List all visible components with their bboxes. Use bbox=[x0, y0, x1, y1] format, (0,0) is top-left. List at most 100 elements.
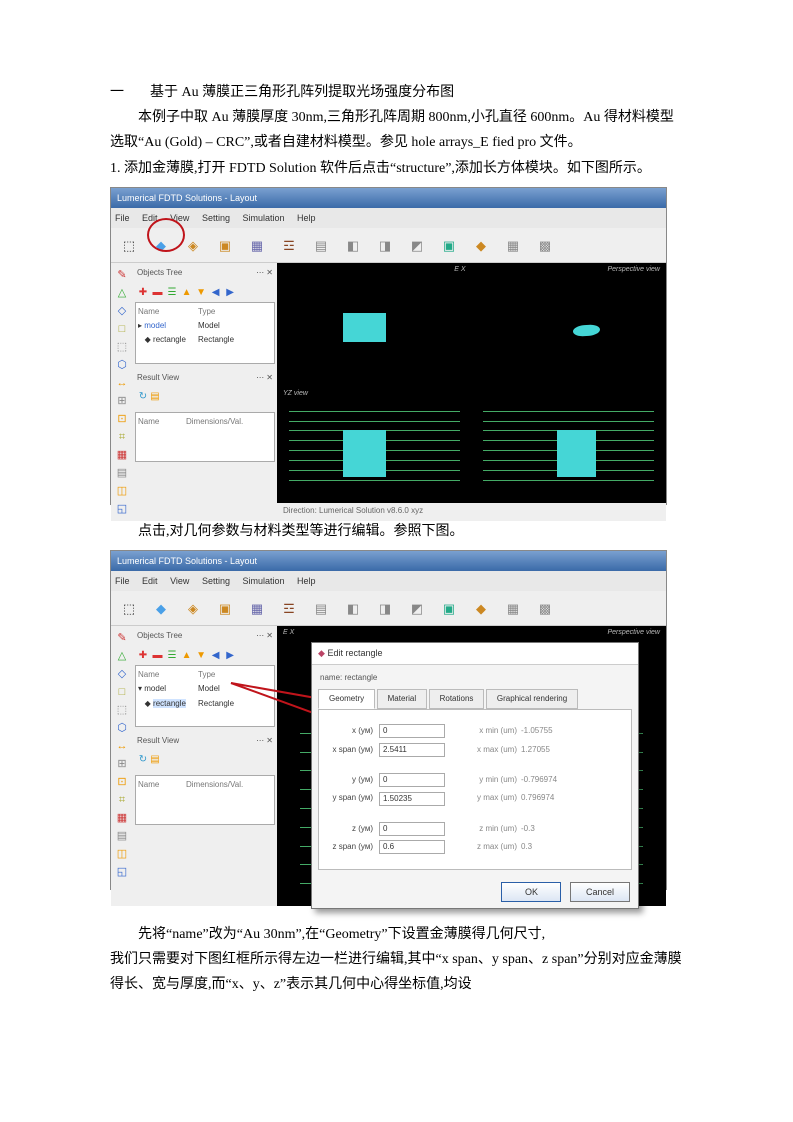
toolbar-button[interactable]: ▣ bbox=[210, 231, 240, 259]
up-icon[interactable]: ▲ bbox=[181, 284, 193, 296]
tree-item-model[interactable]: model bbox=[144, 684, 166, 693]
menu-file[interactable]: File bbox=[115, 576, 130, 586]
left-icon[interactable]: ◀ bbox=[210, 284, 222, 296]
rail-tool-icon[interactable]: ▦ bbox=[114, 448, 130, 464]
result-close-icon[interactable]: ⋯ ✕ bbox=[256, 371, 273, 385]
geometry-input[interactable]: 2.5411 bbox=[379, 743, 445, 757]
rail-tool-icon[interactable]: ⌗ bbox=[114, 793, 130, 809]
toolbar-button[interactable]: ◆ bbox=[146, 594, 176, 622]
rail-tool-icon[interactable]: ⊡ bbox=[114, 412, 130, 428]
rail-tool-icon[interactable]: □ bbox=[114, 685, 130, 701]
rail-tool-icon[interactable]: ⬡ bbox=[114, 721, 130, 737]
rail-tool-icon[interactable]: □ bbox=[114, 322, 130, 338]
chart-icon[interactable]: ▤ bbox=[149, 751, 161, 763]
toolbar-button[interactable]: ◨ bbox=[370, 231, 400, 259]
menu-edit[interactable]: Edit bbox=[142, 576, 158, 586]
tab-geometry[interactable]: Geometry bbox=[318, 689, 375, 709]
result-view[interactable]: NameDimensions/Val. bbox=[135, 412, 275, 462]
tree-item-rectangle[interactable]: rectangle bbox=[153, 335, 186, 344]
right-icon[interactable]: ▶ bbox=[224, 647, 236, 659]
refresh-icon[interactable]: ↻ bbox=[137, 751, 149, 763]
rail-tool-icon[interactable]: ◇ bbox=[114, 667, 130, 683]
rail-tool-icon[interactable]: ⊞ bbox=[114, 394, 130, 410]
toolbar-button[interactable]: ▣ bbox=[434, 594, 464, 622]
menu-simulation[interactable]: Simulation bbox=[242, 576, 284, 586]
toolbar-button[interactable]: ◩ bbox=[402, 231, 432, 259]
toolbar-button[interactable]: ▦ bbox=[242, 594, 272, 622]
geometry-input[interactable]: 0 bbox=[379, 724, 445, 738]
viewport-xy[interactable]: E X bbox=[277, 263, 473, 388]
tab-rendering[interactable]: Graphical rendering bbox=[486, 689, 578, 709]
menu-help[interactable]: Help bbox=[297, 576, 316, 586]
toolbar-button[interactable]: ▤ bbox=[306, 231, 336, 259]
toolbar-button[interactable]: ◩ bbox=[402, 594, 432, 622]
rail-tool-icon[interactable]: ✎ bbox=[114, 268, 130, 284]
toolbar-button[interactable]: ◈ bbox=[178, 594, 208, 622]
tab-rotations[interactable]: Rotations bbox=[429, 689, 485, 709]
tree-item-rectangle[interactable]: rectangle bbox=[153, 699, 186, 708]
objects-tree[interactable]: NameType ▾ modelModel ◆ rectangleRectang… bbox=[135, 665, 275, 727]
rail-tool-icon[interactable]: ◫ bbox=[114, 847, 130, 863]
rail-tool-icon[interactable]: ⌗ bbox=[114, 430, 130, 446]
toolbar-button[interactable]: ◆ bbox=[466, 231, 496, 259]
viewport-area[interactable]: E X Perspective view YZ view bbox=[277, 263, 666, 521]
rail-tool-icon[interactable]: ▦ bbox=[114, 811, 130, 827]
menu-simulation[interactable]: Simulation bbox=[242, 213, 284, 223]
menu-help[interactable]: Help bbox=[297, 213, 316, 223]
toolbar-button[interactable]: ▣ bbox=[434, 231, 464, 259]
rail-tool-icon[interactable]: ↔ bbox=[114, 376, 130, 392]
toolbar-button[interactable]: ☲ bbox=[274, 231, 304, 259]
rail-tool-icon[interactable]: ⬚ bbox=[114, 703, 130, 719]
menu-setting[interactable]: Setting bbox=[202, 213, 230, 223]
ok-button[interactable]: OK bbox=[501, 882, 561, 902]
refresh-icon[interactable]: ↻ bbox=[137, 388, 149, 400]
rail-tool-icon[interactable]: ⊞ bbox=[114, 757, 130, 773]
menu-view[interactable]: View bbox=[170, 576, 189, 586]
toolbar-button[interactable]: ⬚ bbox=[114, 594, 144, 622]
rail-tool-icon[interactable]: ◱ bbox=[114, 865, 130, 881]
rail-tool-icon[interactable]: ⬚ bbox=[114, 340, 130, 356]
rail-tool-icon[interactable]: ⊡ bbox=[114, 775, 130, 791]
rail-tool-icon[interactable]: ◇ bbox=[114, 304, 130, 320]
rail-tool-icon[interactable]: ▤ bbox=[114, 466, 130, 482]
toolbar-button[interactable]: ▦ bbox=[498, 231, 528, 259]
toolbar-button[interactable]: ▦ bbox=[498, 594, 528, 622]
expand-icon[interactable]: ✚ bbox=[137, 284, 149, 296]
chart-icon[interactable]: ▤ bbox=[149, 388, 161, 400]
down-icon[interactable]: ▼ bbox=[195, 647, 207, 659]
rail-tool-icon[interactable]: ✎ bbox=[114, 631, 130, 647]
rail-tool-icon[interactable]: ↔ bbox=[114, 739, 130, 755]
geometry-input[interactable]: 0 bbox=[379, 822, 445, 836]
toolbar-button[interactable]: ▤ bbox=[306, 594, 336, 622]
rail-tool-icon[interactable]: ⬡ bbox=[114, 358, 130, 374]
toolbar-button[interactable]: ▦ bbox=[242, 231, 272, 259]
panel-close-icon[interactable]: ⋯ ✕ bbox=[256, 629, 273, 643]
result-close-icon[interactable]: ⋯ ✕ bbox=[256, 734, 273, 748]
rail-tool-icon[interactable]: △ bbox=[114, 286, 130, 302]
left-icon[interactable]: ◀ bbox=[210, 647, 222, 659]
viewport-yz[interactable] bbox=[472, 387, 667, 505]
menu-setting[interactable]: Setting bbox=[202, 576, 230, 586]
down-icon[interactable]: ▼ bbox=[195, 284, 207, 296]
objects-tree[interactable]: NameType ▸ modelModel ◆ rectangleRectang… bbox=[135, 302, 275, 364]
expand-icon[interactable]: ✚ bbox=[137, 647, 149, 659]
toolbar-button[interactable]: ◨ bbox=[370, 594, 400, 622]
tree-icon[interactable]: ☰ bbox=[166, 647, 178, 659]
geometry-input[interactable]: 1.50235 bbox=[379, 792, 445, 806]
tree-item-model[interactable]: model bbox=[144, 321, 166, 330]
toolbar-button[interactable]: ▩ bbox=[530, 594, 560, 622]
menu-file[interactable]: File bbox=[115, 213, 130, 223]
toolbar-button[interactable]: ◧ bbox=[338, 231, 368, 259]
right-icon[interactable]: ▶ bbox=[224, 284, 236, 296]
result-view[interactable]: NameDimensions/Val. bbox=[135, 775, 275, 825]
toolbar-button[interactable]: ☲ bbox=[274, 594, 304, 622]
panel-close-icon[interactable]: ⋯ ✕ bbox=[256, 266, 273, 280]
toolbar-button[interactable]: ◆ bbox=[466, 594, 496, 622]
rail-tool-icon[interactable]: ◫ bbox=[114, 484, 130, 500]
cancel-button[interactable]: Cancel bbox=[570, 882, 630, 902]
geometry-input[interactable]: 0.6 bbox=[379, 840, 445, 854]
rail-tool-icon[interactable]: ▤ bbox=[114, 829, 130, 845]
rail-tool-icon[interactable]: △ bbox=[114, 649, 130, 665]
toolbar-button[interactable]: ◧ bbox=[338, 594, 368, 622]
geometry-input[interactable]: 0 bbox=[379, 773, 445, 787]
